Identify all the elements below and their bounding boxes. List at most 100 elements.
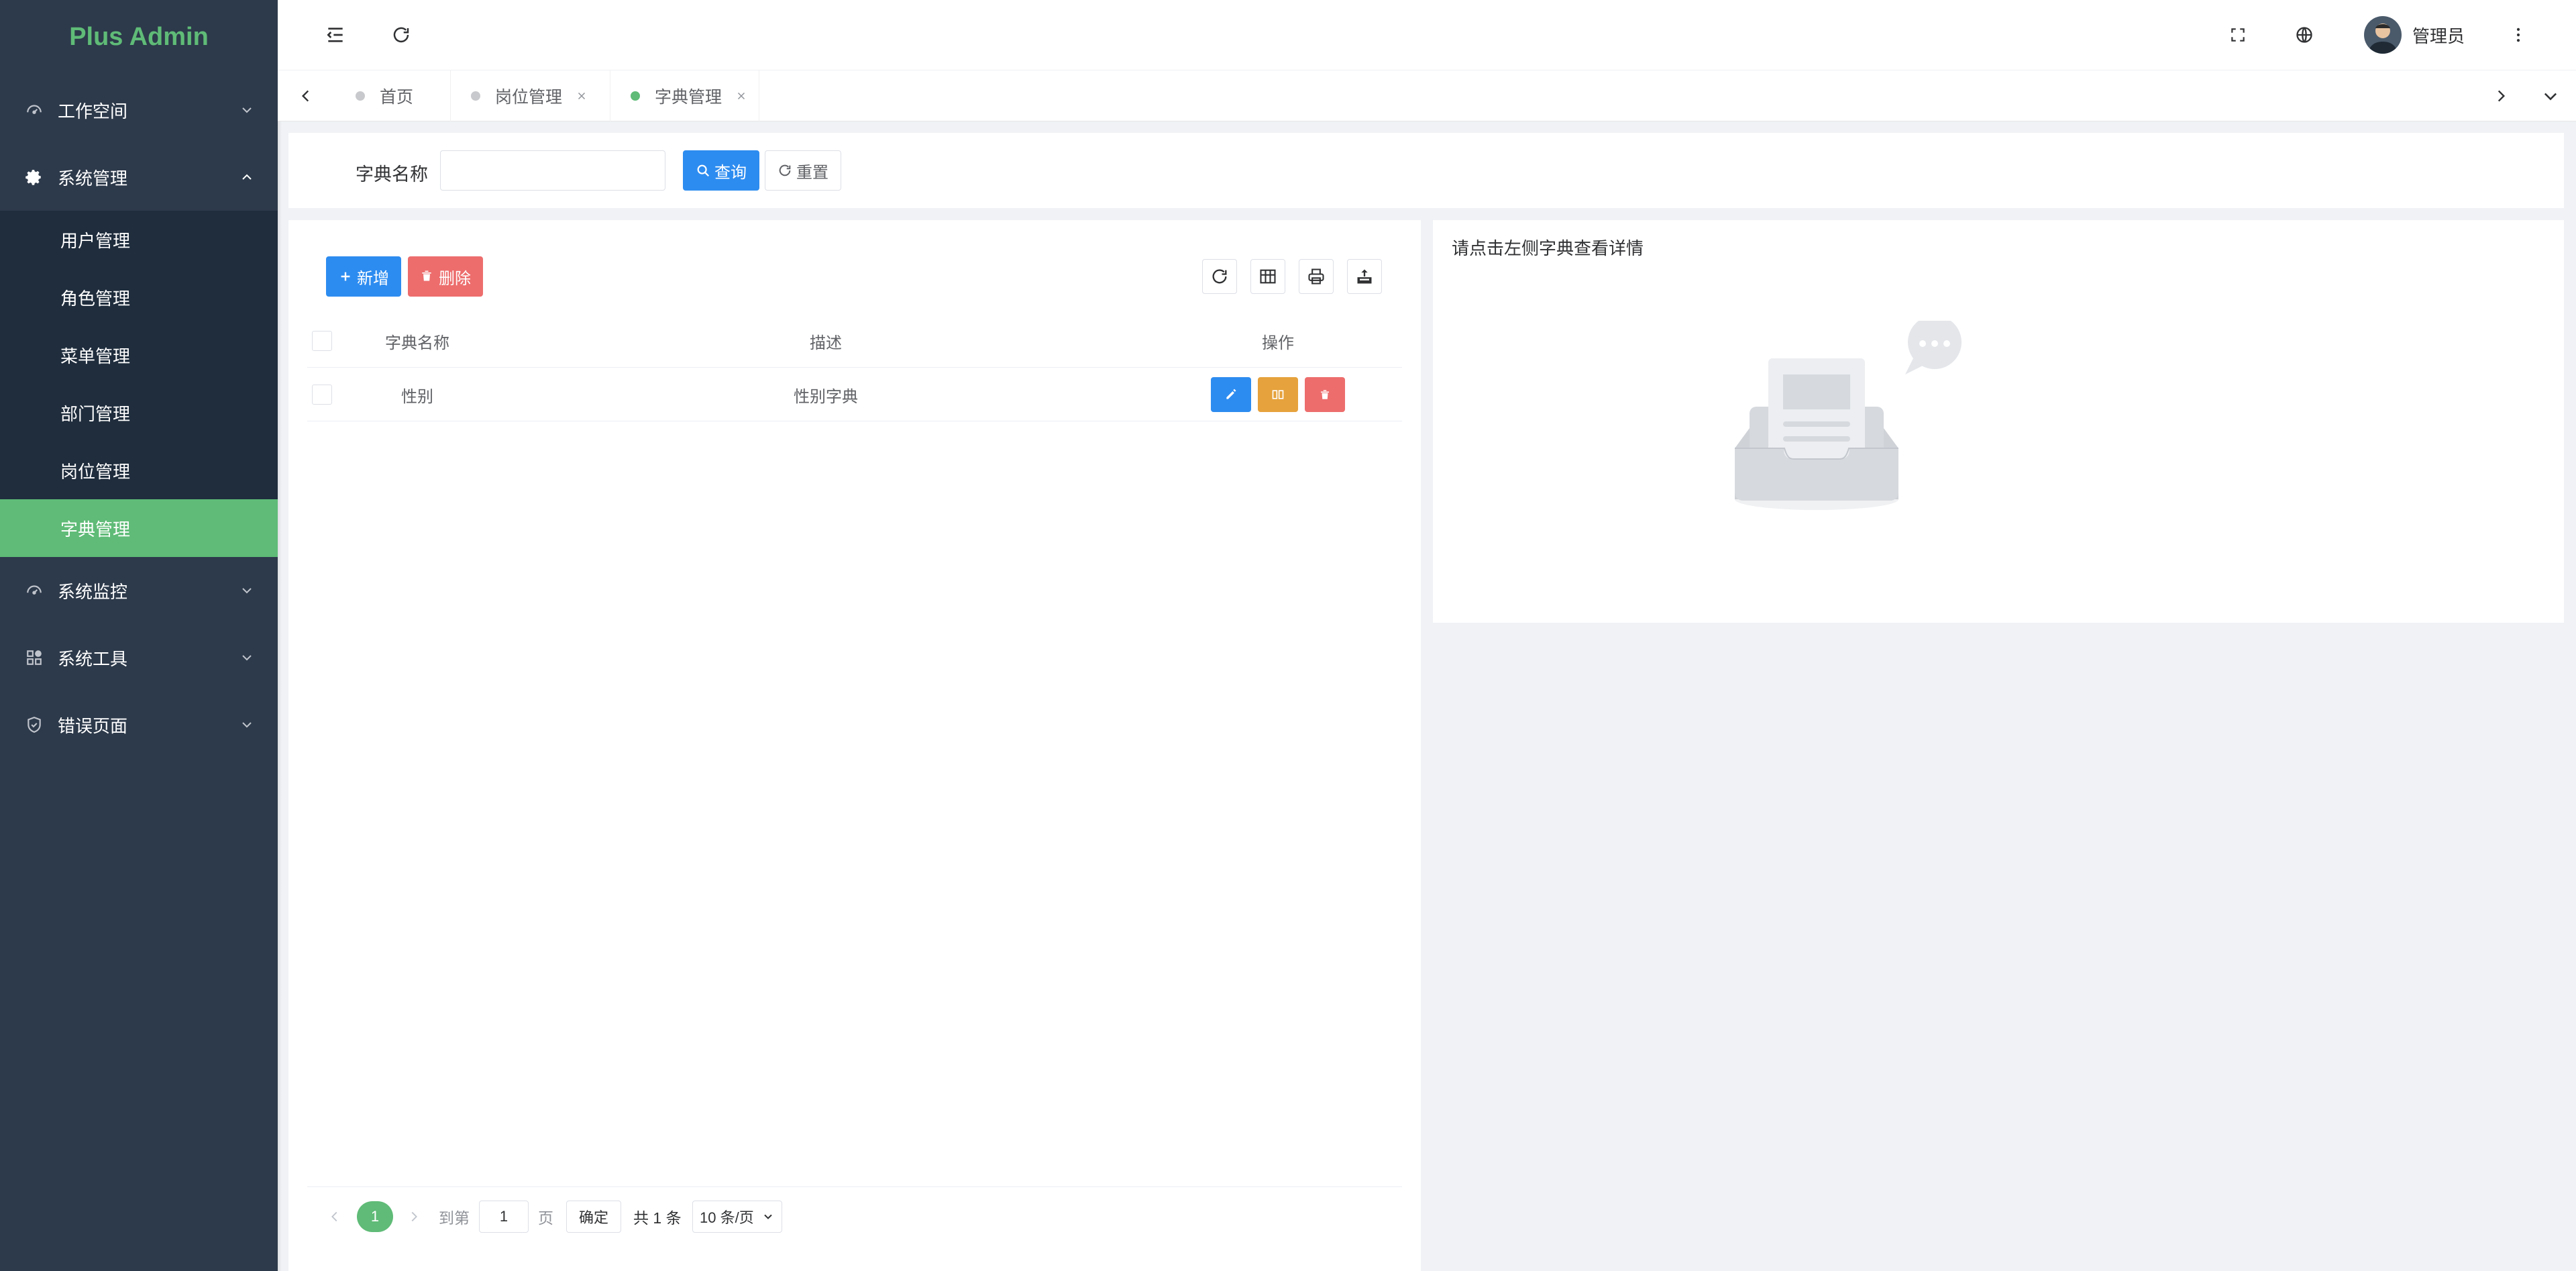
- tab-post-management[interactable]: 岗位管理: [451, 70, 610, 121]
- row-checkbox[interactable]: [312, 385, 332, 405]
- close-icon[interactable]: [735, 90, 747, 102]
- chevron-down-icon: [239, 102, 255, 118]
- goto-page-input[interactable]: [479, 1201, 529, 1233]
- sidebar-item-departments[interactable]: 部门管理: [0, 384, 278, 442]
- column-settings-button[interactable]: [1250, 259, 1285, 294]
- add-button-label: 新增: [357, 269, 389, 288]
- tags-menu-chevron-down-icon[interactable]: [2537, 83, 2564, 109]
- sidebar-item-users[interactable]: 用户管理: [0, 211, 278, 268]
- sidebar: Plus Admin 工作空间 系统管理 用户管理 角色管理 菜单管理 部门管理…: [0, 0, 278, 1271]
- sidebar-item-posts[interactable]: 岗位管理: [0, 442, 278, 499]
- reset-button[interactable]: 重置: [765, 150, 841, 191]
- select-all-checkbox[interactable]: [312, 331, 332, 351]
- chevron-down-icon: [239, 650, 255, 666]
- header-cell: 描述: [810, 334, 842, 352]
- tags-bar: 首页 岗位管理 字典管理: [278, 70, 2576, 121]
- chevron-down-icon: [239, 717, 255, 733]
- delete-button[interactable]: 删除: [408, 256, 483, 297]
- printer-icon: [1308, 268, 1324, 285]
- chevron-up-icon: [239, 169, 255, 185]
- chevron-down-icon: [764, 1214, 772, 1219]
- top-header: 管理员: [278, 0, 2576, 70]
- menu-label: 工作空间: [58, 101, 128, 121]
- tab-label: 岗位管理: [495, 88, 563, 107]
- tab-status-dot: [356, 91, 365, 101]
- row-cell: [307, 368, 337, 421]
- sidebar-item-roles[interactable]: 角色管理: [0, 268, 278, 326]
- detail-hint: 请点击左侧字典查看详情: [1452, 238, 1644, 258]
- menu-workspace[interactable]: 工作空间: [0, 77, 278, 144]
- tags-scroll-right-icon[interactable]: [2487, 83, 2514, 109]
- fullscreen-icon[interactable]: [2224, 21, 2251, 48]
- tab-label: 字典管理: [655, 88, 722, 107]
- collapse-menu-icon[interactable]: [322, 21, 349, 48]
- row-cell-desc: 性别字典: [794, 387, 858, 406]
- page-size-value: 10 条/页: [700, 1209, 754, 1226]
- tab-home[interactable]: 首页: [325, 70, 451, 121]
- dict-name-label: 字典名称: [356, 164, 428, 185]
- refresh-icon: [1212, 269, 1227, 284]
- menu-label: 错误页面: [58, 715, 128, 736]
- menu-system-monitor[interactable]: 系统监控: [0, 557, 278, 624]
- header-cell: 操作: [1262, 334, 1294, 352]
- tab-label: 首页: [380, 88, 414, 107]
- dict-items-button[interactable]: [1258, 377, 1298, 412]
- more-vertical-icon[interactable]: [2505, 21, 2532, 48]
- refresh-icon[interactable]: [388, 21, 415, 48]
- menu-error-pages[interactable]: 错误页面: [0, 691, 278, 758]
- total-count: 共 1 条: [633, 1209, 682, 1227]
- goto-page-field[interactable]: [479, 1201, 529, 1233]
- sidebar-item-dictionary[interactable]: 字典管理: [0, 499, 278, 557]
- row-cell-name: 性别: [401, 387, 433, 406]
- gear-icon: [25, 168, 43, 186]
- dict-name-input[interactable]: [440, 150, 665, 191]
- page-size-select[interactable]: 10 条/页: [692, 1201, 782, 1233]
- columns-icon: [1260, 269, 1276, 284]
- sidebar-item-menus[interactable]: 菜单管理: [0, 326, 278, 384]
- menu-label: 系统工具: [58, 648, 128, 669]
- table-row[interactable]: 性别 性别字典: [307, 368, 1402, 421]
- trash-icon: [420, 269, 435, 284]
- table-refresh-button[interactable]: [1202, 259, 1237, 294]
- dictionary-detail-card: 请点击左侧字典查看详情: [1433, 220, 2564, 623]
- dictionary-table: 字典名称 描述 操作 性别 性别字典: [307, 314, 1402, 421]
- search-panel: 字典名称 查询 重置: [288, 133, 2564, 208]
- tab-dictionary-management[interactable]: 字典管理: [610, 70, 759, 121]
- query-button[interactable]: 查询: [683, 150, 759, 191]
- trash-icon: [1321, 390, 1329, 399]
- close-icon[interactable]: [576, 90, 588, 102]
- header-cell: 字典名称: [385, 334, 449, 352]
- current-page: 1: [357, 1201, 393, 1232]
- pagination: 1 到第 页 确定 共 1 条 10 条/页: [307, 1186, 1402, 1250]
- header-cell: [307, 314, 337, 368]
- monitor-icon: [25, 582, 43, 599]
- shield-icon: [25, 716, 43, 733]
- menu-system-management[interactable]: 系统管理: [0, 144, 278, 211]
- export-button[interactable]: [1347, 259, 1382, 294]
- avatar: [2363, 16, 2402, 54]
- edit-button[interactable]: [1211, 377, 1251, 412]
- language-globe-icon[interactable]: [2291, 21, 2318, 48]
- prev-page-icon[interactable]: [327, 1201, 342, 1233]
- row-actions: [1154, 368, 1402, 421]
- goto-suffix: 页: [538, 1209, 553, 1227]
- reset-button-label: 重置: [796, 163, 828, 182]
- sidebar-shadow: [278, 0, 282, 1271]
- page-size-box[interactable]: 10 条/页: [692, 1201, 782, 1233]
- goto-confirm-button[interactable]: 确定: [566, 1201, 621, 1233]
- dashboard-icon: [25, 101, 43, 119]
- menu-system-tools[interactable]: 系统工具: [0, 624, 278, 691]
- app-logo[interactable]: Plus Admin: [0, 0, 278, 74]
- add-button[interactable]: 新增: [326, 256, 401, 297]
- goto-prefix: 到第: [439, 1209, 470, 1227]
- chevron-down-icon: [239, 582, 255, 599]
- goto-confirm[interactable]: 确定: [566, 1201, 621, 1233]
- user-menu[interactable]: 管理员: [2363, 16, 2465, 54]
- page-item-1[interactable]: 1: [357, 1201, 393, 1233]
- tools-icon: [25, 649, 43, 666]
- row-delete-button[interactable]: [1305, 377, 1345, 412]
- print-button[interactable]: [1299, 259, 1334, 294]
- dictionary-table-card: 新增 删除 字典名称 描述 操作 性别 性别字典 1 到第 1 页 确定 共 1…: [288, 220, 1421, 1271]
- tags-scroll-left-icon[interactable]: [292, 83, 319, 109]
- next-page-icon[interactable]: [407, 1201, 421, 1233]
